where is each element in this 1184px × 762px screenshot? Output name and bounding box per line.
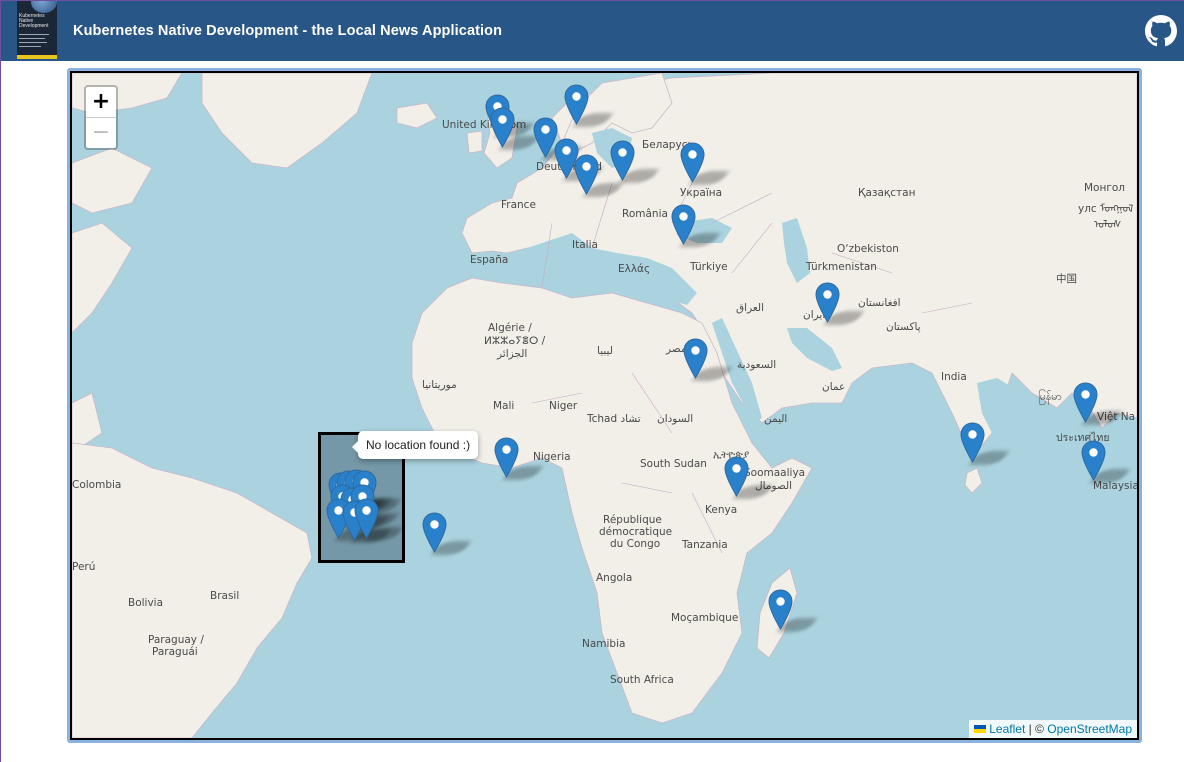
map-label: O‘zbekiston [837, 243, 899, 255]
location-popup: No location found :) [352, 431, 479, 459]
map-marker-icon[interactable] [494, 437, 519, 478]
globe-image [31, 1, 57, 13]
map-label: الجزائر [497, 348, 528, 360]
map-label: Italia [572, 239, 598, 251]
map-label: démocratique [599, 526, 673, 538]
map-label: العراق [736, 302, 765, 314]
news-map[interactable]: United Kingdom Беларусь Deutschland Укра… [70, 71, 1139, 740]
map-marker-icon[interactable] [1081, 440, 1106, 481]
map-label: Kenya [705, 504, 738, 516]
map-marker-icon[interactable] [564, 84, 589, 125]
map-label: Brasil [210, 590, 240, 602]
map-label: Moçambique [671, 612, 739, 624]
map-label: عمان [822, 381, 846, 393]
map-label: Қазақстан [858, 187, 916, 199]
ukraine-flag-icon [974, 725, 987, 733]
map-label: España [470, 254, 509, 266]
map-label: Niger [549, 400, 578, 412]
map-label: Algérie / [488, 322, 532, 334]
map-marker-icon[interactable] [815, 282, 840, 323]
attribution-separator: | [1028, 722, 1032, 736]
map-label: Ελλάς [618, 263, 651, 275]
map-marker-icon[interactable] [724, 456, 749, 497]
map-marker-icon[interactable] [960, 422, 985, 463]
map-label: Türkmenistan [806, 261, 877, 273]
map-marker-icon[interactable] [768, 589, 793, 630]
map-label: 中国 [1056, 273, 1077, 285]
map-label: Colombia [72, 479, 122, 491]
map-label: France [501, 199, 536, 211]
map-label: India [941, 371, 967, 383]
map-label: du Congo [610, 538, 661, 550]
map-label: Paraguay / [148, 634, 204, 646]
map-label: South Sudan [640, 458, 707, 470]
map-label: Paraguái [152, 646, 198, 658]
openstreetmap-link[interactable]: OpenStreetMap [1047, 722, 1132, 736]
map-label: Perú [72, 561, 96, 573]
map-label: السعودية [737, 359, 777, 371]
map-label: Angola [596, 572, 633, 584]
app-title: Kubernetes Native Development - the Loca… [73, 23, 503, 39]
map-label: Türkiye [690, 261, 728, 273]
popup-text: No location found :) [366, 438, 471, 452]
map-label: Bolivia [128, 597, 164, 609]
book-cover-image: Kubernetes Native Development [17, 1, 57, 59]
map-marker-icon[interactable] [680, 142, 705, 183]
map-label: پاکستان [886, 321, 921, 333]
map-label: Tanzania [682, 539, 728, 551]
map-label: ليبيا [597, 345, 613, 357]
zoom-out-button[interactable]: − [86, 118, 116, 148]
zoom-control: + − [84, 85, 118, 150]
map-label: Tchad تشاد [587, 413, 641, 425]
map-label: Soomaaliya [744, 467, 806, 479]
map-marker-icon[interactable] [1073, 382, 1098, 423]
zoom-in-button[interactable]: + [86, 87, 116, 118]
map-label: السودان [657, 413, 694, 425]
map-label: ⵍⵣⵣⴰⵢⴻⵔ / [484, 335, 546, 347]
github-icon[interactable] [1145, 15, 1177, 47]
map-label: Nigeria [533, 451, 571, 463]
book-cover-title: Kubernetes Native Development [19, 13, 49, 29]
leaflet-link[interactable]: Leaflet [989, 722, 1025, 736]
map-label: Україна [680, 187, 723, 199]
map-label: မြန်မာ [1038, 391, 1062, 403]
map-label: South Africa [610, 674, 674, 686]
map-attribution: Leaflet | © OpenStreetMap [969, 720, 1137, 738]
map-label: Mali [493, 400, 515, 412]
map-marker-icon[interactable] [490, 107, 515, 148]
map-marker-icon[interactable] [671, 204, 696, 245]
map-marker-icon[interactable] [354, 498, 379, 539]
map-label: République [603, 514, 662, 526]
app-header: Kubernetes Native Development Kubernetes… [0, 0, 1184, 61]
map-marker-icon[interactable] [574, 154, 599, 195]
map-label: اليمن [764, 413, 788, 425]
map-label: România [622, 208, 668, 220]
map-label: Namibia [582, 638, 626, 650]
map-marker-icon[interactable] [683, 338, 708, 379]
popup-tip [352, 441, 358, 453]
map-label: Монгол [1084, 182, 1126, 194]
copyright-symbol: © [1035, 722, 1044, 736]
map-label: افغانستان [858, 297, 901, 309]
map-label: موريتانيا [422, 379, 457, 391]
map-label: ᠤᠯᠤᠰ [1094, 219, 1122, 231]
map-marker-icon[interactable] [610, 140, 635, 181]
map-marker-icon[interactable] [422, 512, 447, 553]
